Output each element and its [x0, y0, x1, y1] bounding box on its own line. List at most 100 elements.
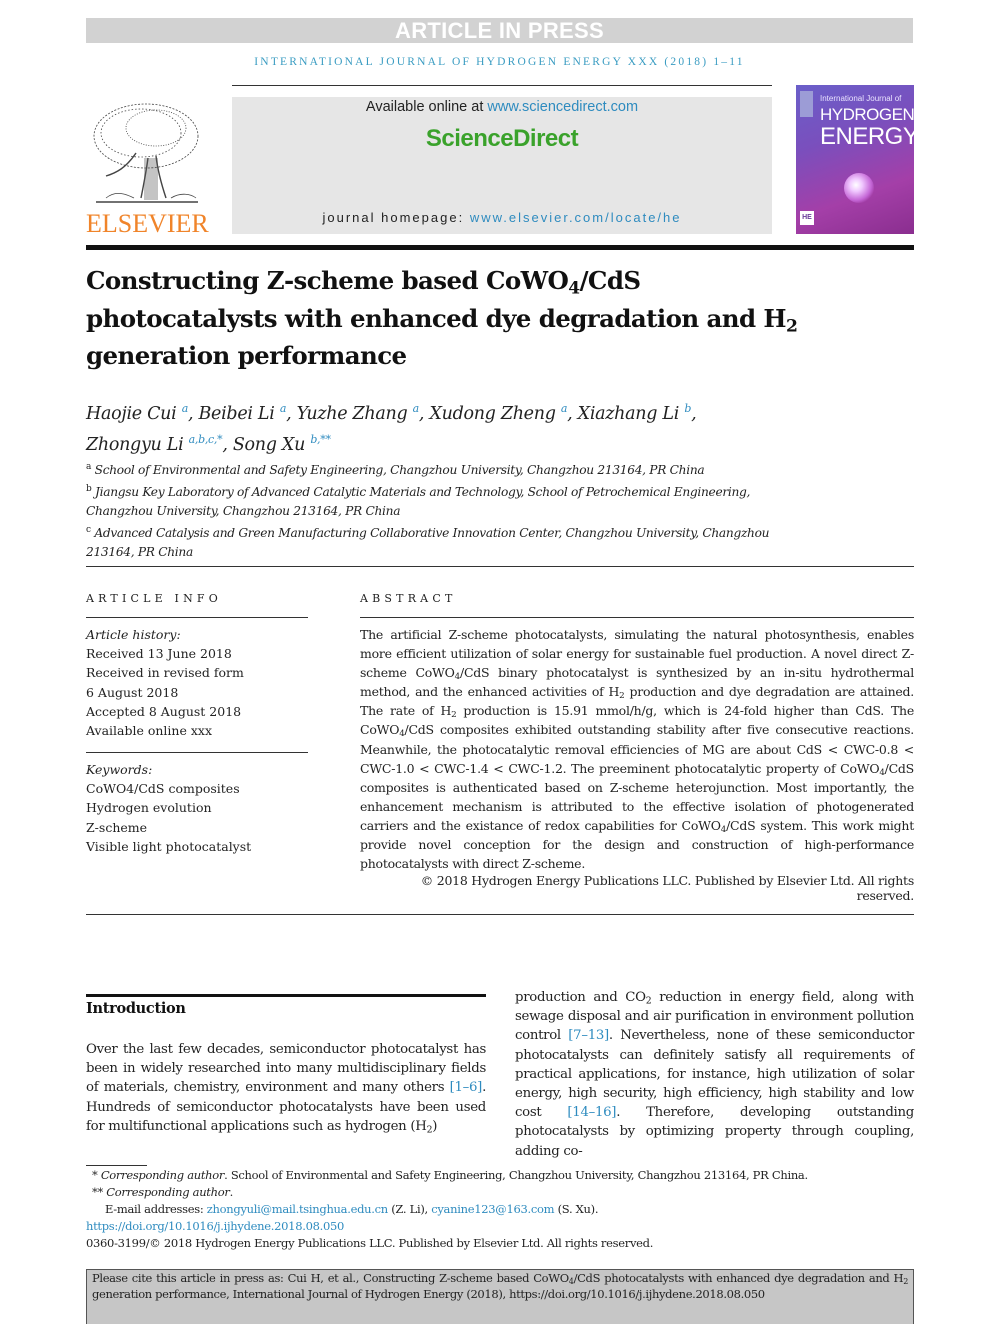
header-bottom-rule	[86, 245, 914, 250]
history-item: Available online xxx	[86, 723, 212, 739]
author-name: Xiazhang Li	[577, 403, 680, 424]
keyword: CoWO4/CdS composites	[86, 781, 240, 797]
footnote-text: . School of Environmental and Safety Eng…	[224, 1168, 808, 1182]
sciencedirect-link[interactable]: www.sciencedirect.com	[487, 99, 638, 115]
footnote-corresponding-1: * Corresponding author. School of Enviro…	[92, 1168, 808, 1182]
journal-homepage-line: journal homepage: www.elsevier.com/locat…	[232, 210, 772, 225]
cover-corner-emblem	[800, 91, 813, 117]
article-info-heading: ARTICLE INFO	[86, 592, 222, 605]
available-label: Available online at	[365, 99, 488, 115]
history-item: Received 13 June 2018	[86, 646, 232, 662]
abstract-body: The artificial Z-scheme photocatalysts, …	[360, 625, 914, 873]
email-owner: (S. Xu).	[554, 1202, 599, 1216]
footnote-rule	[86, 1165, 147, 1166]
history-label: Article history:	[86, 627, 181, 642]
reference-link[interactable]: [14–16]	[567, 1105, 616, 1120]
footnotes: * Corresponding author. School of Enviro…	[86, 1167, 914, 1252]
abstract-heading: ABSTRACT	[360, 592, 457, 605]
subscript: 2	[903, 1277, 908, 1286]
author-list: Haojie Cui a, Beibei Li a, Yuzhe Zhang a…	[86, 402, 697, 455]
email-link[interactable]: cyanine123@163.com	[431, 1202, 554, 1216]
author[interactable]: Zhongyu Li a,b,c,*	[86, 433, 223, 455]
author[interactable]: Haojie Cui a	[86, 402, 189, 424]
author[interactable]: Xudong Zheng a	[429, 402, 568, 424]
journal-cover-image: International Journal of HYDROGEN ENERGY…	[796, 85, 914, 234]
keywords: Keywords: CoWO4/CdS composites Hydrogen …	[86, 760, 308, 856]
doi-link[interactable]: https://doi.org/10.1016/j.ijhydene.2018.…	[86, 1218, 914, 1235]
available-online-line: Available online at www.sciencedirect.co…	[232, 99, 772, 115]
title-subscript: 2	[785, 315, 798, 336]
article-history: Article history: Received 13 June 2018 R…	[86, 625, 308, 740]
author-affiliation-marker[interactable]: a	[280, 402, 287, 415]
keyword: Z-scheme	[86, 819, 148, 835]
affiliation-list: a School of Environmental and Safety Eng…	[86, 458, 806, 562]
affiliation-text: Advanced Catalysis and Green Manufacturi…	[86, 526, 770, 560]
email-label: E-mail addresses:	[105, 1202, 207, 1216]
article-title: Constructing Z-scheme based CoWO4/CdS ph…	[86, 262, 806, 375]
title-subscript: 4	[568, 278, 580, 299]
sciencedirect-logo[interactable]: ScienceDirect	[232, 125, 772, 153]
title-part: Constructing Z-scheme based CoWO	[86, 266, 569, 295]
introduction-heading: Introduction	[86, 1000, 186, 1017]
footnote-label: Corresponding author	[106, 1185, 230, 1199]
header-top-rule	[232, 85, 772, 86]
keywords-label: Keywords:	[86, 762, 153, 777]
body-text: )	[432, 1118, 438, 1134]
author[interactable]: Yuzhe Zhang a	[297, 402, 420, 424]
section-divider	[86, 914, 914, 915]
footnote-label: Corresponding author	[100, 1168, 225, 1182]
author[interactable]: Song Xu b,**	[232, 433, 331, 455]
cover-badge: HE	[800, 211, 814, 225]
author-name: Xudong Zheng	[429, 403, 556, 424]
email-link[interactable]: zhongyuli@mail.tsinghua.edu.cn	[207, 1202, 388, 1216]
history-item: Received in revised form	[86, 665, 244, 681]
article-info-divider	[86, 752, 308, 753]
cover-line-2: HYDROGEN	[820, 105, 914, 124]
author-affiliation-marker[interactable]: a,b,c,*	[189, 433, 223, 446]
cover-line-1: International Journal of	[820, 94, 902, 103]
cover-line-3: ENERGY	[820, 123, 914, 150]
elsevier-wordmark: ELSEVIER	[86, 209, 209, 238]
abstract-text: /CdS composites exhibited outstanding st…	[360, 722, 914, 776]
abstract-divider	[360, 617, 914, 618]
author-affiliation-marker[interactable]: b,**	[310, 433, 331, 446]
citation-part: /CdS photocatalysts with enhanced dye de…	[573, 1271, 904, 1285]
author[interactable]: Xiazhang Li b	[577, 402, 692, 424]
affiliation: c Advanced Catalysis and Green Manufactu…	[86, 521, 806, 562]
author-affiliation-marker[interactable]: a	[561, 402, 568, 415]
email-owner: (Z. Li),	[387, 1202, 432, 1216]
section-divider	[86, 566, 914, 567]
author-affiliation-marker[interactable]: a	[413, 402, 420, 415]
issn-copyright: 0360-3199/© 2018 Hydrogen Energy Publica…	[86, 1236, 654, 1250]
affiliation-text: Jiangsu Key Laboratory of Advanced Catal…	[86, 485, 751, 519]
author-name: Haojie Cui	[86, 403, 177, 424]
author-affiliation-marker[interactable]: b	[684, 402, 691, 415]
keyword: Hydrogen evolution	[86, 800, 212, 816]
keyword: Visible light photocatalyst	[86, 838, 252, 854]
journal-running-header: INTERNATIONAL JOURNAL OF HYDROGEN ENERGY…	[254, 56, 745, 68]
affiliation-key: b	[86, 484, 92, 495]
author-name: Beibei Li	[198, 403, 275, 424]
affiliation: a School of Environmental and Safety Eng…	[86, 458, 806, 480]
cover-orb-graphic	[844, 173, 874, 203]
citation-part: generation performance, International Jo…	[92, 1287, 765, 1301]
article-info-divider	[86, 617, 308, 618]
history-item: 6 August 2018	[86, 684, 179, 700]
history-item: Accepted 8 August 2018	[86, 703, 242, 719]
body-text: Over the last few decades, semiconductor…	[86, 1042, 486, 1096]
affiliation-text: School of Environmental and Safety Engin…	[94, 463, 705, 478]
author-affiliation-marker[interactable]: a	[182, 402, 189, 415]
journal-homepage-link[interactable]: www.elsevier.com/locate/he	[470, 210, 682, 225]
title-part: generation performance	[86, 341, 407, 370]
abstract-copyright: © 2018 Hydrogen Energy Publications LLC.…	[420, 873, 914, 903]
reference-link[interactable]: [1–6]	[450, 1080, 483, 1095]
author-name: Song Xu	[232, 434, 306, 455]
body-text: production and CO	[515, 990, 646, 1005]
citation-part: Please cite this article in press as: Cu…	[92, 1271, 569, 1285]
author[interactable]: Beibei Li a	[198, 402, 287, 424]
affiliation-key: a	[86, 462, 92, 472]
affiliation: b Jiangsu Key Laboratory of Advanced Cat…	[86, 480, 806, 521]
reference-link[interactable]: [7–13]	[568, 1028, 609, 1043]
introduction-rule	[86, 994, 486, 997]
affiliation-key: c	[86, 525, 91, 536]
